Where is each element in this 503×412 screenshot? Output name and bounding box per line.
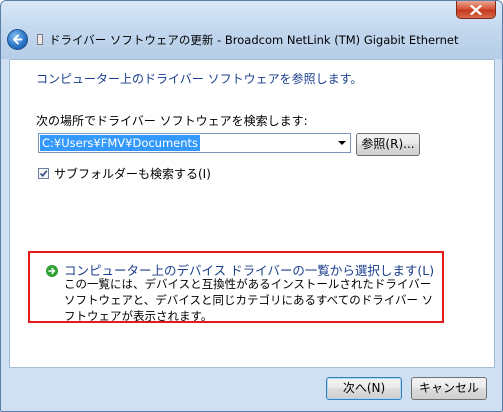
title-bar — [1, 1, 502, 59]
back-arrow-icon — [13, 34, 23, 45]
cancel-button[interactable]: キャンセル — [411, 377, 487, 400]
device-list-option-description: この一覧には、デバイスと互換性があるインストールされたドライバー ソフトウェアと… — [64, 277, 434, 323]
subfolder-label: サブフォルダーも検索する(I) — [54, 167, 211, 181]
subfolder-checkbox[interactable] — [38, 168, 49, 179]
subfolder-option[interactable]: サブフォルダーも検索する(I) — [38, 165, 211, 182]
search-location-label: 次の場所でドライバー ソフトウェアを検索します: — [36, 114, 308, 128]
next-button[interactable]: 次へ(N) — [326, 377, 402, 400]
checkmark-icon — [39, 170, 48, 178]
close-icon — [470, 4, 482, 15]
back-button[interactable] — [7, 29, 28, 50]
chevron-down-icon[interactable] — [338, 141, 346, 145]
dialog-window: ドライバー ソフトウェアの更新 - Broadcom NetLink (TM) … — [0, 0, 503, 412]
close-button[interactable] — [456, 1, 496, 19]
window-title: ドライバー ソフトウェアの更新 - Broadcom NetLink (TM) … — [49, 33, 459, 47]
green-arrow-icon — [46, 265, 58, 277]
path-value[interactable]: C:¥Users¥FMV¥Documents — [40, 135, 201, 151]
device-icon — [37, 34, 43, 45]
path-combobox[interactable]: C:¥Users¥FMV¥Documents — [38, 133, 351, 153]
browse-button[interactable]: 参照(R)... — [356, 133, 420, 156]
page-heading: コンピューター上のドライバー ソフトウェアを参照します。 — [36, 72, 363, 86]
content-panel: コンピューター上のドライバー ソフトウェアを参照します。 次の場所でドライバー … — [9, 59, 495, 368]
